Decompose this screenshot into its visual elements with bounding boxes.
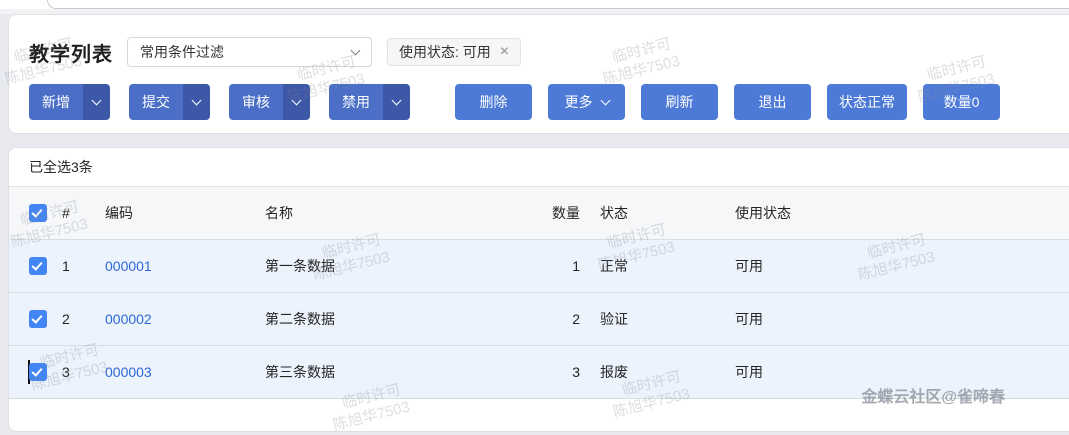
new-button-label[interactable]: 新增: [29, 84, 83, 120]
chevron-down-icon: [192, 96, 202, 106]
exit-button[interactable]: 退出: [734, 84, 811, 120]
checkmark-icon: [31, 312, 42, 323]
list-panel: 已全选3条 # 编码 名称 数量 状态 使用状态 1 000001 第一条数据 …: [8, 147, 1069, 432]
row-use-status: 可用: [727, 309, 887, 329]
row-qty: 3: [529, 364, 590, 380]
selection-summary: 已全选3条: [9, 148, 1069, 187]
disable-dropdown-arrow[interactable]: [383, 84, 410, 120]
row-code-link[interactable]: 000003: [105, 364, 152, 380]
table-header-row: # 编码 名称 数量 状态 使用状态: [9, 187, 1069, 240]
row-use-status: 可用: [727, 256, 887, 276]
chevron-down-icon: [292, 96, 302, 106]
column-header-code: 编码: [93, 203, 253, 223]
filter-dropdown[interactable]: 常用条件过滤: [127, 37, 372, 67]
page-title: 教学列表: [29, 38, 113, 67]
audit-dropdown-arrow[interactable]: [283, 84, 310, 120]
table-row[interactable]: 2 000002 第二条数据 2 验证 可用: [9, 293, 1069, 346]
column-header-index: #: [60, 205, 93, 221]
row-status: 验证: [590, 309, 727, 329]
chevron-down-icon: [392, 96, 402, 106]
row-index: 3: [60, 364, 93, 380]
tab-edge-line: [47, 0, 1069, 9]
refresh-button[interactable]: 刷新: [641, 84, 718, 120]
row-name: 第一条数据: [253, 256, 529, 276]
new-dropdown-arrow[interactable]: [83, 84, 110, 120]
row-checkbox[interactable]: [29, 257, 47, 275]
submit-dropdown-arrow[interactable]: [183, 84, 210, 120]
filter-tag: 使用状态: 可用 ×: [387, 38, 521, 66]
filter-panel: 教学列表 常用条件过滤 使用状态: 可用 × 新增 提交 审核 禁用 删除 更多: [8, 14, 1069, 134]
submit-button[interactable]: 提交: [129, 84, 210, 120]
disable-button-label[interactable]: 禁用: [329, 84, 383, 120]
column-header-use-status: 使用状态: [727, 203, 887, 223]
row-code-link[interactable]: 000002: [105, 311, 152, 327]
more-button[interactable]: 更多: [548, 84, 625, 120]
checkmark-icon: [31, 206, 42, 217]
disable-button[interactable]: 禁用: [329, 84, 410, 120]
row-name: 第三条数据: [253, 362, 529, 382]
filter-dropdown-value: 常用条件过滤: [140, 42, 224, 62]
quantity-button[interactable]: 数量0: [923, 84, 1000, 120]
row-qty: 1: [529, 258, 590, 274]
row-status: 正常: [590, 256, 727, 276]
chevron-down-icon: [600, 96, 610, 106]
table-row[interactable]: 3 000003 第三条数据 3 报废 可用: [9, 346, 1069, 399]
submit-button-label[interactable]: 提交: [129, 84, 183, 120]
toolbar: 新增 提交 审核 禁用 删除 更多 刷新 退出 状态正常 数量0: [29, 84, 1069, 120]
close-icon[interactable]: ×: [500, 44, 509, 60]
column-header-name: 名称: [253, 203, 529, 223]
row-index: 1: [60, 258, 93, 274]
row-index: 2: [60, 311, 93, 327]
row-use-status: 可用: [727, 362, 887, 382]
row-name: 第二条数据: [253, 309, 529, 329]
filter-tag-label: 使用状态: 可用: [399, 42, 491, 62]
delete-button[interactable]: 删除: [455, 84, 532, 120]
row-status: 报废: [590, 362, 727, 382]
chevron-down-icon: [351, 46, 361, 56]
audit-button[interactable]: 审核: [229, 84, 310, 120]
audit-button-label[interactable]: 审核: [229, 84, 283, 120]
column-header-qty: 数量: [529, 203, 590, 223]
chevron-down-icon: [92, 96, 102, 106]
row-code-link[interactable]: 000001: [105, 258, 152, 274]
more-button-label: 更多: [565, 92, 593, 112]
new-button[interactable]: 新增: [29, 84, 110, 120]
row-qty: 2: [529, 311, 590, 327]
status-normal-button[interactable]: 状态正常: [827, 84, 907, 120]
row-checkbox[interactable]: [29, 310, 47, 328]
select-all-checkbox[interactable]: [29, 204, 47, 222]
row-checkbox[interactable]: [29, 363, 47, 381]
checkmark-icon: [31, 365, 42, 376]
table-row[interactable]: 1 000001 第一条数据 1 正常 可用: [9, 240, 1069, 293]
column-header-status: 状态: [590, 203, 727, 223]
checkmark-icon: [31, 259, 42, 270]
